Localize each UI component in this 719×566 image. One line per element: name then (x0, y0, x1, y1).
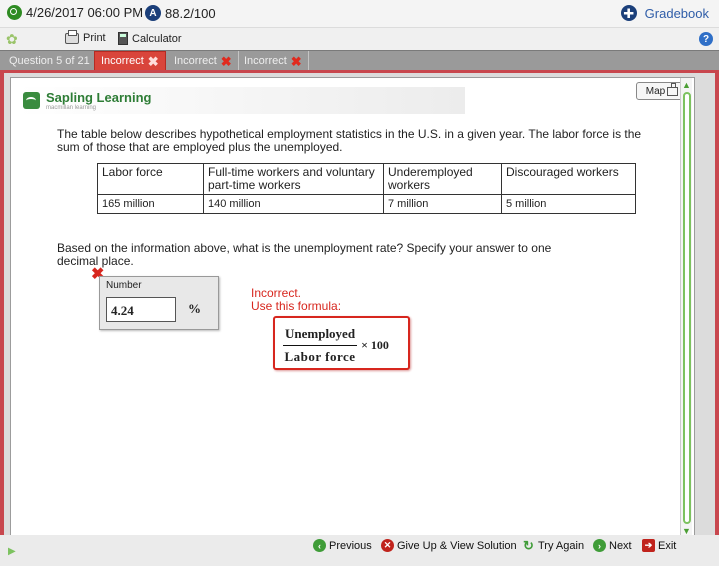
scroll-thumb[interactable] (683, 92, 691, 524)
try-again-label: Try Again (538, 539, 585, 552)
table-header: Full-time workers and voluntary part-tim… (203, 163, 384, 195)
formula-box: Unemployed Labor force × 100 (273, 316, 410, 370)
incorrect-x-icon: ✖ (147, 53, 159, 69)
table-header: Labor force (97, 163, 204, 195)
formula-numerator: Unemployed (283, 326, 358, 346)
refresh-icon: ↻ (523, 537, 534, 553)
answer-label: Number (106, 280, 142, 291)
formula-denominator: Labor force (284, 349, 356, 364)
employment-table: Labor force Full-time workers and volunt… (97, 163, 636, 214)
tab-attempt-2[interactable]: Incorrect ✖ (168, 51, 239, 71)
sitemap-icon (667, 82, 679, 96)
tab-question-count-label: Question 5 of 21 (9, 55, 90, 67)
print-button[interactable]: Print (65, 29, 106, 44)
question-text: The table below describes hypothetical e… (57, 127, 642, 154)
help-icon[interactable]: ? (699, 32, 713, 46)
footer-nav: ▶ ‹ Previous ✕ Give Up & View Solution ↻… (0, 535, 719, 566)
gradebook-label: Gradebook (644, 5, 709, 21)
table-header: Underemployed workers (383, 163, 502, 195)
next-icon: › (593, 539, 606, 552)
toolbar: ✿ Print Calculator ? (0, 28, 719, 50)
leaf-icon: ✿ (6, 31, 18, 47)
exit-label: Exit (658, 539, 677, 552)
expand-arrow-icon[interactable]: ▶ (8, 546, 16, 557)
logo-name: Sapling Learning (46, 89, 152, 105)
top-bar: 4/26/2017 06:00 PM A 88.2/100 ✚ Gradeboo… (0, 0, 719, 28)
tab-attempt-label: Incorrect (174, 55, 217, 67)
next-label: Next (609, 539, 632, 552)
exit-icon: ➔ (642, 539, 655, 552)
scroll-up-icon[interactable]: ▲ (682, 80, 691, 90)
table-cell: 140 million (203, 194, 384, 214)
table-row: 165 million 140 million 7 million 5 mill… (97, 194, 636, 214)
calculator-icon (118, 32, 128, 45)
try-again-button[interactable]: ↻ Try Again (522, 537, 585, 553)
score-icon: A (145, 5, 161, 21)
incorrect-x-icon: ✖ (220, 53, 232, 69)
map-label: Map (645, 85, 666, 97)
gradebook-link[interactable]: ✚ Gradebook (620, 5, 709, 21)
give-up-icon: ✕ (381, 539, 394, 552)
question-panel: Sapling Learning macmillan learning Map … (10, 77, 695, 540)
feedback-hint: Use this formula: (251, 299, 342, 313)
logo-sub: macmillan learning (46, 104, 97, 111)
give-up-button[interactable]: ✕ Give Up & View Solution (381, 539, 517, 552)
table-header-row: Labor force Full-time workers and volunt… (97, 163, 636, 195)
table-cell: 5 million (501, 194, 636, 214)
calculator-button[interactable]: Calculator (118, 32, 182, 45)
clock-icon (7, 5, 22, 20)
question-prompt: Based on the information above, what is … (57, 241, 552, 268)
due-date: 4/26/2017 06:00 PM (7, 5, 143, 20)
tab-attempt-3[interactable]: Incorrect ✖ (238, 51, 309, 71)
sapling-logo-icon (23, 92, 40, 109)
score: A 88.2/100 (145, 5, 216, 21)
printer-icon (65, 29, 79, 44)
sapling-logo: Sapling Learning macmillan learning (17, 87, 465, 114)
feedback-message: Incorrect. Use this formula: (251, 287, 341, 313)
exit-button[interactable]: ➔ Exit (642, 539, 676, 552)
previous-icon: ‹ (313, 539, 326, 552)
calculator-label: Calculator (132, 32, 182, 45)
due-date-text: 4/26/2017 06:00 PM (26, 5, 144, 20)
print-label: Print (83, 32, 106, 44)
formula: Unemployed Labor force × 100 (283, 326, 389, 365)
previous-label: Previous (329, 539, 372, 552)
tab-attempt-label: Incorrect (244, 55, 287, 67)
gradebook-icon: ✚ (620, 5, 637, 21)
formula-multiplier: × 100 (361, 338, 389, 352)
tab-question-count: Question 5 of 21 (3, 51, 97, 71)
question-tabs: Question 5 of 21 Incorrect ✖ Incorrect ✖… (0, 50, 719, 71)
table-cell: 7 million (383, 194, 502, 214)
give-up-label: Give Up & View Solution (397, 539, 517, 552)
next-button[interactable]: › Next (593, 539, 632, 552)
table-header: Discouraged workers (501, 163, 636, 195)
vertical-scrollbar[interactable]: ▲ ▼ (680, 78, 692, 540)
incorrect-x-icon: ✖ (290, 53, 302, 69)
score-text: 88.2/100 (165, 5, 216, 21)
answer-box: Number 4.24 % (99, 276, 219, 330)
formula-fraction: Unemployed Labor force (283, 326, 358, 365)
answer-unit: % (188, 301, 201, 316)
previous-button[interactable]: ‹ Previous (313, 539, 372, 552)
tab-attempt-label: Incorrect (101, 55, 144, 67)
answer-input[interactable]: 4.24 (106, 297, 176, 322)
table-cell: 165 million (97, 194, 204, 214)
tab-attempt-1[interactable]: Incorrect ✖ (94, 51, 166, 71)
